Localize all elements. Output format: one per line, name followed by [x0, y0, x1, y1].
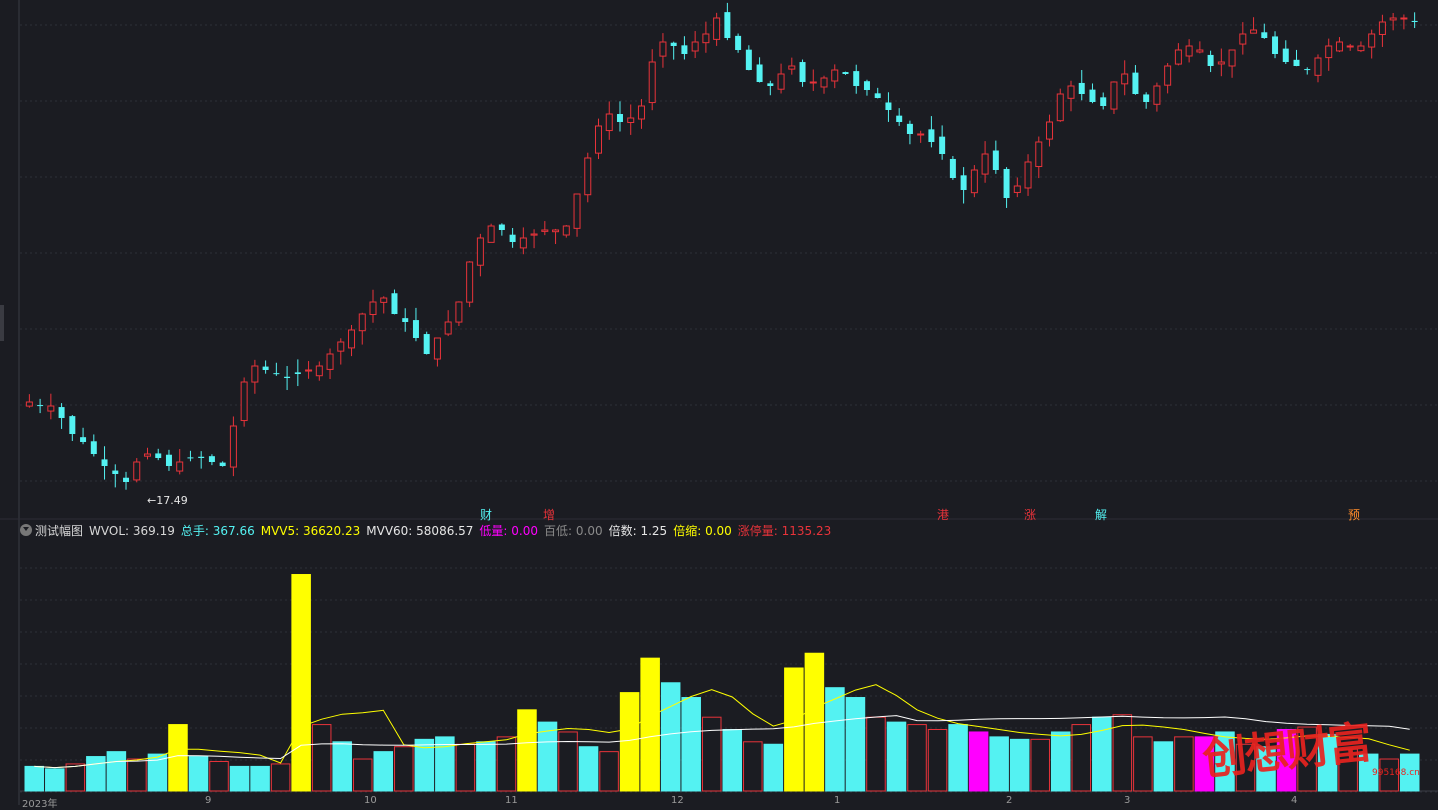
volume-bar[interactable] — [1174, 736, 1194, 792]
event-marker[interactable]: 港 — [937, 506, 949, 523]
volume-bar[interactable] — [65, 763, 86, 792]
volume-bar[interactable] — [1153, 741, 1174, 792]
volume-bar[interactable] — [907, 724, 927, 792]
volume-bar[interactable] — [722, 729, 743, 792]
shrink-label: 倍缩: — [673, 524, 702, 538]
volume-bar[interactable] — [1112, 714, 1133, 792]
shrink-value: 0.00 — [705, 524, 732, 538]
volume-bar[interactable] — [373, 751, 394, 792]
volume-bar[interactable] — [866, 716, 886, 792]
x-axis-label: 4 — [1291, 795, 1298, 806]
volume-bar[interactable] — [45, 768, 65, 792]
wvol-value: WVOL: 369.19 — [89, 524, 175, 538]
volume-bar[interactable] — [681, 697, 701, 792]
volume-bar[interactable] — [229, 765, 250, 792]
volume-bar[interactable] — [496, 736, 517, 792]
low-vol-label: 低量: — [479, 524, 508, 538]
limit-volume: 涨停量: 1135.23 — [738, 521, 832, 541]
volume-chart[interactable] — [0, 0, 1438, 805]
volume-bar[interactable] — [927, 729, 948, 792]
x-axis-label: 3 — [1124, 795, 1131, 806]
volume-bar[interactable] — [311, 724, 332, 792]
volume-bar[interactable] — [599, 751, 619, 792]
volume-bar[interactable] — [352, 758, 373, 792]
volume-bar[interactable] — [886, 721, 907, 792]
volume-bar[interactable] — [1133, 736, 1153, 792]
volume-bar[interactable] — [86, 756, 106, 792]
event-marker[interactable]: 涨 — [1024, 506, 1036, 523]
low-volume: 低量: 0.00 — [479, 521, 538, 541]
indicator-name: 测试幅图 — [35, 524, 84, 538]
volume-bar[interactable] — [825, 687, 845, 792]
volume-bar[interactable] — [1092, 716, 1112, 792]
volume-bar[interactable] — [948, 724, 968, 792]
x-axis-label: 12 — [671, 795, 684, 806]
volume-bar[interactable] — [127, 758, 147, 792]
volume-bar[interactable] — [845, 697, 866, 792]
indicator-info-bar: 测试幅图 WVOL: 369.19 总手: 367.66 MVV5: 36620… — [20, 521, 837, 541]
volume-bar[interactable] — [1009, 738, 1030, 792]
collapse-icon[interactable] — [20, 524, 32, 536]
event-marker[interactable]: 预 — [1348, 506, 1360, 523]
limit-label: 涨停量: — [737, 524, 778, 538]
multiple-value: 倍数: 1.25 — [608, 524, 668, 538]
volume-bar[interactable] — [1030, 738, 1050, 792]
volume-bar[interactable] — [394, 746, 414, 792]
volume-bar[interactable] — [640, 657, 660, 792]
total-label: 总手: — [180, 524, 209, 538]
volume-bar[interactable] — [250, 765, 270, 792]
indicator-title[interactable]: 测试幅图 — [20, 521, 83, 541]
volume-bar[interactable] — [270, 763, 291, 792]
volume-bar[interactable] — [1050, 731, 1071, 792]
volume-bar[interactable] — [209, 760, 229, 792]
low-vol-value: 0.00 — [511, 524, 539, 538]
volume-bar[interactable] — [701, 716, 722, 792]
volume-bar[interactable] — [291, 574, 311, 792]
baidi: 百低: 0.00 — [544, 521, 603, 541]
volume-bar[interactable] — [517, 709, 537, 792]
x-axis-label: 2023年 — [22, 799, 58, 810]
x-axis-label: 9 — [205, 795, 212, 806]
volume-bar[interactable] — [968, 731, 989, 792]
total-hands: 总手: 367.66 — [181, 521, 255, 541]
volume-bar[interactable] — [660, 682, 681, 792]
shrink: 倍缩: 0.00 — [673, 521, 732, 541]
volume-bar[interactable] — [332, 741, 352, 792]
volume-bar[interactable] — [763, 743, 784, 792]
baidi-label: 百低: — [544, 524, 573, 538]
volume-bar[interactable] — [106, 751, 127, 792]
volume-bar[interactable] — [743, 741, 763, 792]
limit-value: 1135.23 — [781, 524, 832, 538]
volume-bar[interactable] — [784, 667, 804, 792]
volume-bar[interactable] — [537, 721, 558, 792]
price-low-label: ←17.49 — [147, 494, 188, 507]
event-marker[interactable]: 解 — [1095, 506, 1107, 523]
volume-bar[interactable] — [558, 731, 578, 792]
volume-bar[interactable] — [804, 652, 825, 792]
total-value: 367.66 — [212, 524, 255, 538]
volume-bar[interactable] — [24, 765, 45, 792]
volume-bar[interactable] — [619, 692, 640, 792]
watermark-site: 995168.cn — [1372, 768, 1420, 778]
volume-bar[interactable] — [578, 746, 599, 792]
volume-bar[interactable] — [989, 736, 1009, 792]
mvv5-value: MVV5: 36620.23 — [260, 524, 361, 538]
volume-bar[interactable] — [188, 756, 209, 792]
volume-bar[interactable] — [168, 724, 188, 792]
baidi-value: 0.00 — [575, 524, 603, 538]
x-axis-label: 10 — [364, 795, 377, 806]
volume-bar[interactable] — [455, 743, 476, 792]
volume-bar[interactable] — [476, 741, 496, 792]
x-axis-label: 1 — [834, 795, 841, 806]
x-axis-label: 11 — [505, 795, 518, 806]
x-axis-label: 2 — [1006, 795, 1013, 806]
mvv60-value: MVV60: 58086.57 — [366, 524, 474, 538]
